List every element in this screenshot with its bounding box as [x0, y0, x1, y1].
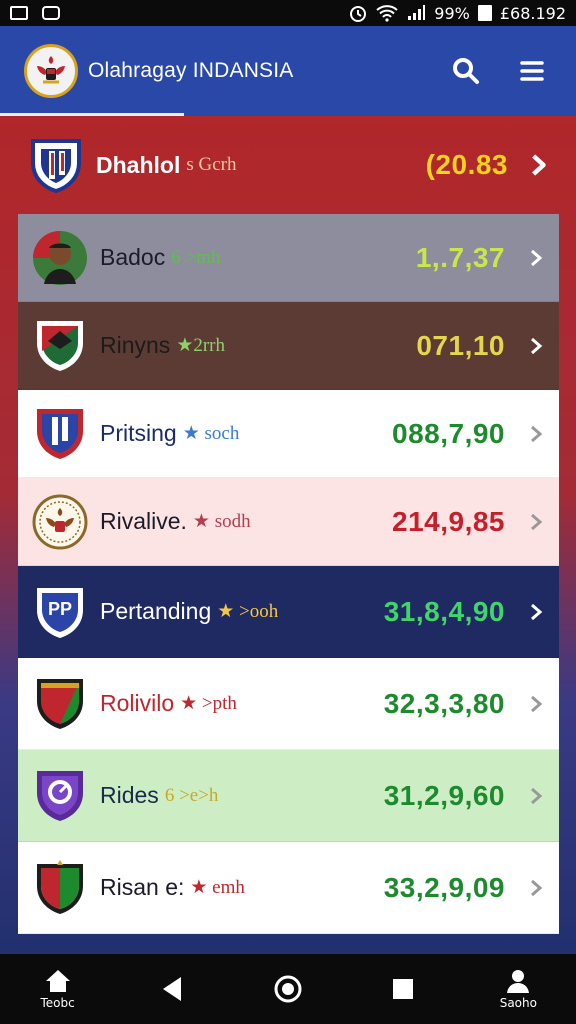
- team-value: 32,3,3,80: [383, 687, 505, 719]
- chevron-right-icon: [527, 247, 545, 269]
- garuda-emblem-icon: [37, 56, 65, 84]
- shield-badge-icon: [32, 768, 88, 824]
- team-sub: ★ soch: [182, 423, 240, 444]
- team-name: Risan e:: [100, 874, 185, 900]
- player-avatar: [32, 230, 88, 286]
- battery-icon: [477, 5, 492, 21]
- home-icon: [45, 970, 70, 992]
- clock: £68.192: [499, 3, 566, 23]
- team-sub: ★ sodh: [192, 511, 251, 532]
- signal-icon: [408, 5, 426, 20]
- chevron-right-icon: [527, 511, 545, 533]
- team-name: Rinyns: [100, 332, 171, 358]
- team-row[interactable]: Rides 6 >e>h 31,2,9,60: [18, 750, 559, 842]
- team-row[interactable]: Rivalive. ★ sodh 214,9,85: [18, 478, 559, 566]
- team-value: 1,.7,37: [415, 241, 505, 273]
- team-row[interactable]: Rinyns ★2rrh 071,10: [18, 302, 559, 390]
- team-row[interactable]: Badoc 6 >mh 1,.7,37: [18, 214, 559, 302]
- team-name: Pertanding: [100, 598, 212, 624]
- nav-profile[interactable]: Saoho: [473, 959, 563, 1019]
- team-list: Dhahlol s Gcrh (20.83 Badoc 6 >mh 1,.7,3…: [0, 116, 576, 954]
- team-sub: 6 >e>h: [164, 784, 219, 806]
- team-name: Dhahlol: [96, 151, 181, 178]
- nav-label: Teobc: [40, 996, 75, 1010]
- image-icon: [10, 6, 28, 20]
- app-header: Olahragay INDANSIA: [0, 26, 576, 116]
- team-value: 214,9,85: [392, 505, 505, 537]
- team-name: Rivalive.: [100, 508, 187, 534]
- nav-recents[interactable]: [358, 959, 448, 1019]
- team-sub: s Gcrh: [186, 154, 237, 175]
- mail-icon: [42, 6, 60, 20]
- pp-badge-icon: PP: [32, 584, 88, 640]
- bottom-nav: Teobc Saoho: [0, 954, 576, 1024]
- shield-badge-icon: [32, 406, 88, 462]
- team-value: 33,2,9,09: [383, 871, 505, 903]
- team-name: Badoc: [100, 244, 166, 270]
- status-bar: 99% £68.192: [0, 0, 576, 26]
- team-value: (20.83: [425, 149, 508, 180]
- profile-icon: [507, 970, 530, 993]
- team-name: Rides: [100, 782, 159, 808]
- garuda-emblem-icon: [32, 494, 88, 550]
- team-row[interactable]: Pritsing ★ soch 088,7,90: [18, 390, 559, 478]
- recents-icon: [393, 979, 414, 999]
- shield-badge-icon: [32, 318, 88, 374]
- team-name: Pritsing: [100, 420, 177, 446]
- team-row[interactable]: Risan e: ★ emh 33,2,9,09: [18, 842, 559, 934]
- wifi-icon: [376, 5, 398, 22]
- team-sub: ★2rrh: [176, 335, 225, 356]
- team-name: Rolivilo: [100, 690, 175, 716]
- shield-badge-icon: [32, 676, 88, 732]
- menu-icon[interactable]: [512, 51, 552, 91]
- chevron-right-icon: [527, 423, 545, 445]
- team-value: 071,10: [416, 329, 505, 361]
- chevron-right-icon: [530, 154, 548, 176]
- nav-back[interactable]: [128, 959, 218, 1019]
- chevron-right-icon: [527, 877, 545, 899]
- battery-percent: 99%: [434, 3, 470, 23]
- chevron-right-icon: [527, 785, 545, 807]
- nav-home-button[interactable]: [243, 959, 333, 1019]
- back-icon: [162, 977, 181, 1001]
- chevron-right-icon: [527, 601, 545, 623]
- nav-home[interactable]: Teobc: [13, 959, 103, 1019]
- search-icon[interactable]: [446, 51, 486, 91]
- team-value: 31,2,9,60: [383, 779, 505, 811]
- team-sub: ★ ˃pth: [180, 693, 237, 714]
- team-value: 31,8,4,90: [383, 595, 505, 627]
- shield-badge-icon: [32, 859, 88, 916]
- nav-label: Saoho: [499, 996, 537, 1010]
- badge-text: PP: [47, 599, 72, 619]
- chevron-right-icon: [527, 335, 545, 357]
- featured-team-row[interactable]: Dhahlol s Gcrh (20.83: [0, 116, 576, 214]
- app-title: Olahragay INDANSIA: [88, 59, 294, 82]
- chevron-right-icon: [527, 693, 545, 715]
- team-row[interactable]: PP Pertanding ★ ˃ooh 31,8,4,90: [18, 566, 559, 658]
- alarm-icon: [350, 6, 367, 22]
- app-logo: [24, 44, 78, 98]
- team-sub: ★ emh: [190, 877, 245, 898]
- team-sub: 6 >mh: [171, 246, 221, 268]
- team-value: 088,7,90: [392, 417, 505, 449]
- team-sub: ★ ˃ooh: [217, 601, 279, 622]
- home-circle-icon: [274, 975, 302, 1003]
- team-row[interactable]: Rolivilo ★ ˃pth 32,3,3,80: [18, 658, 559, 750]
- team-badge-icon: [28, 137, 84, 194]
